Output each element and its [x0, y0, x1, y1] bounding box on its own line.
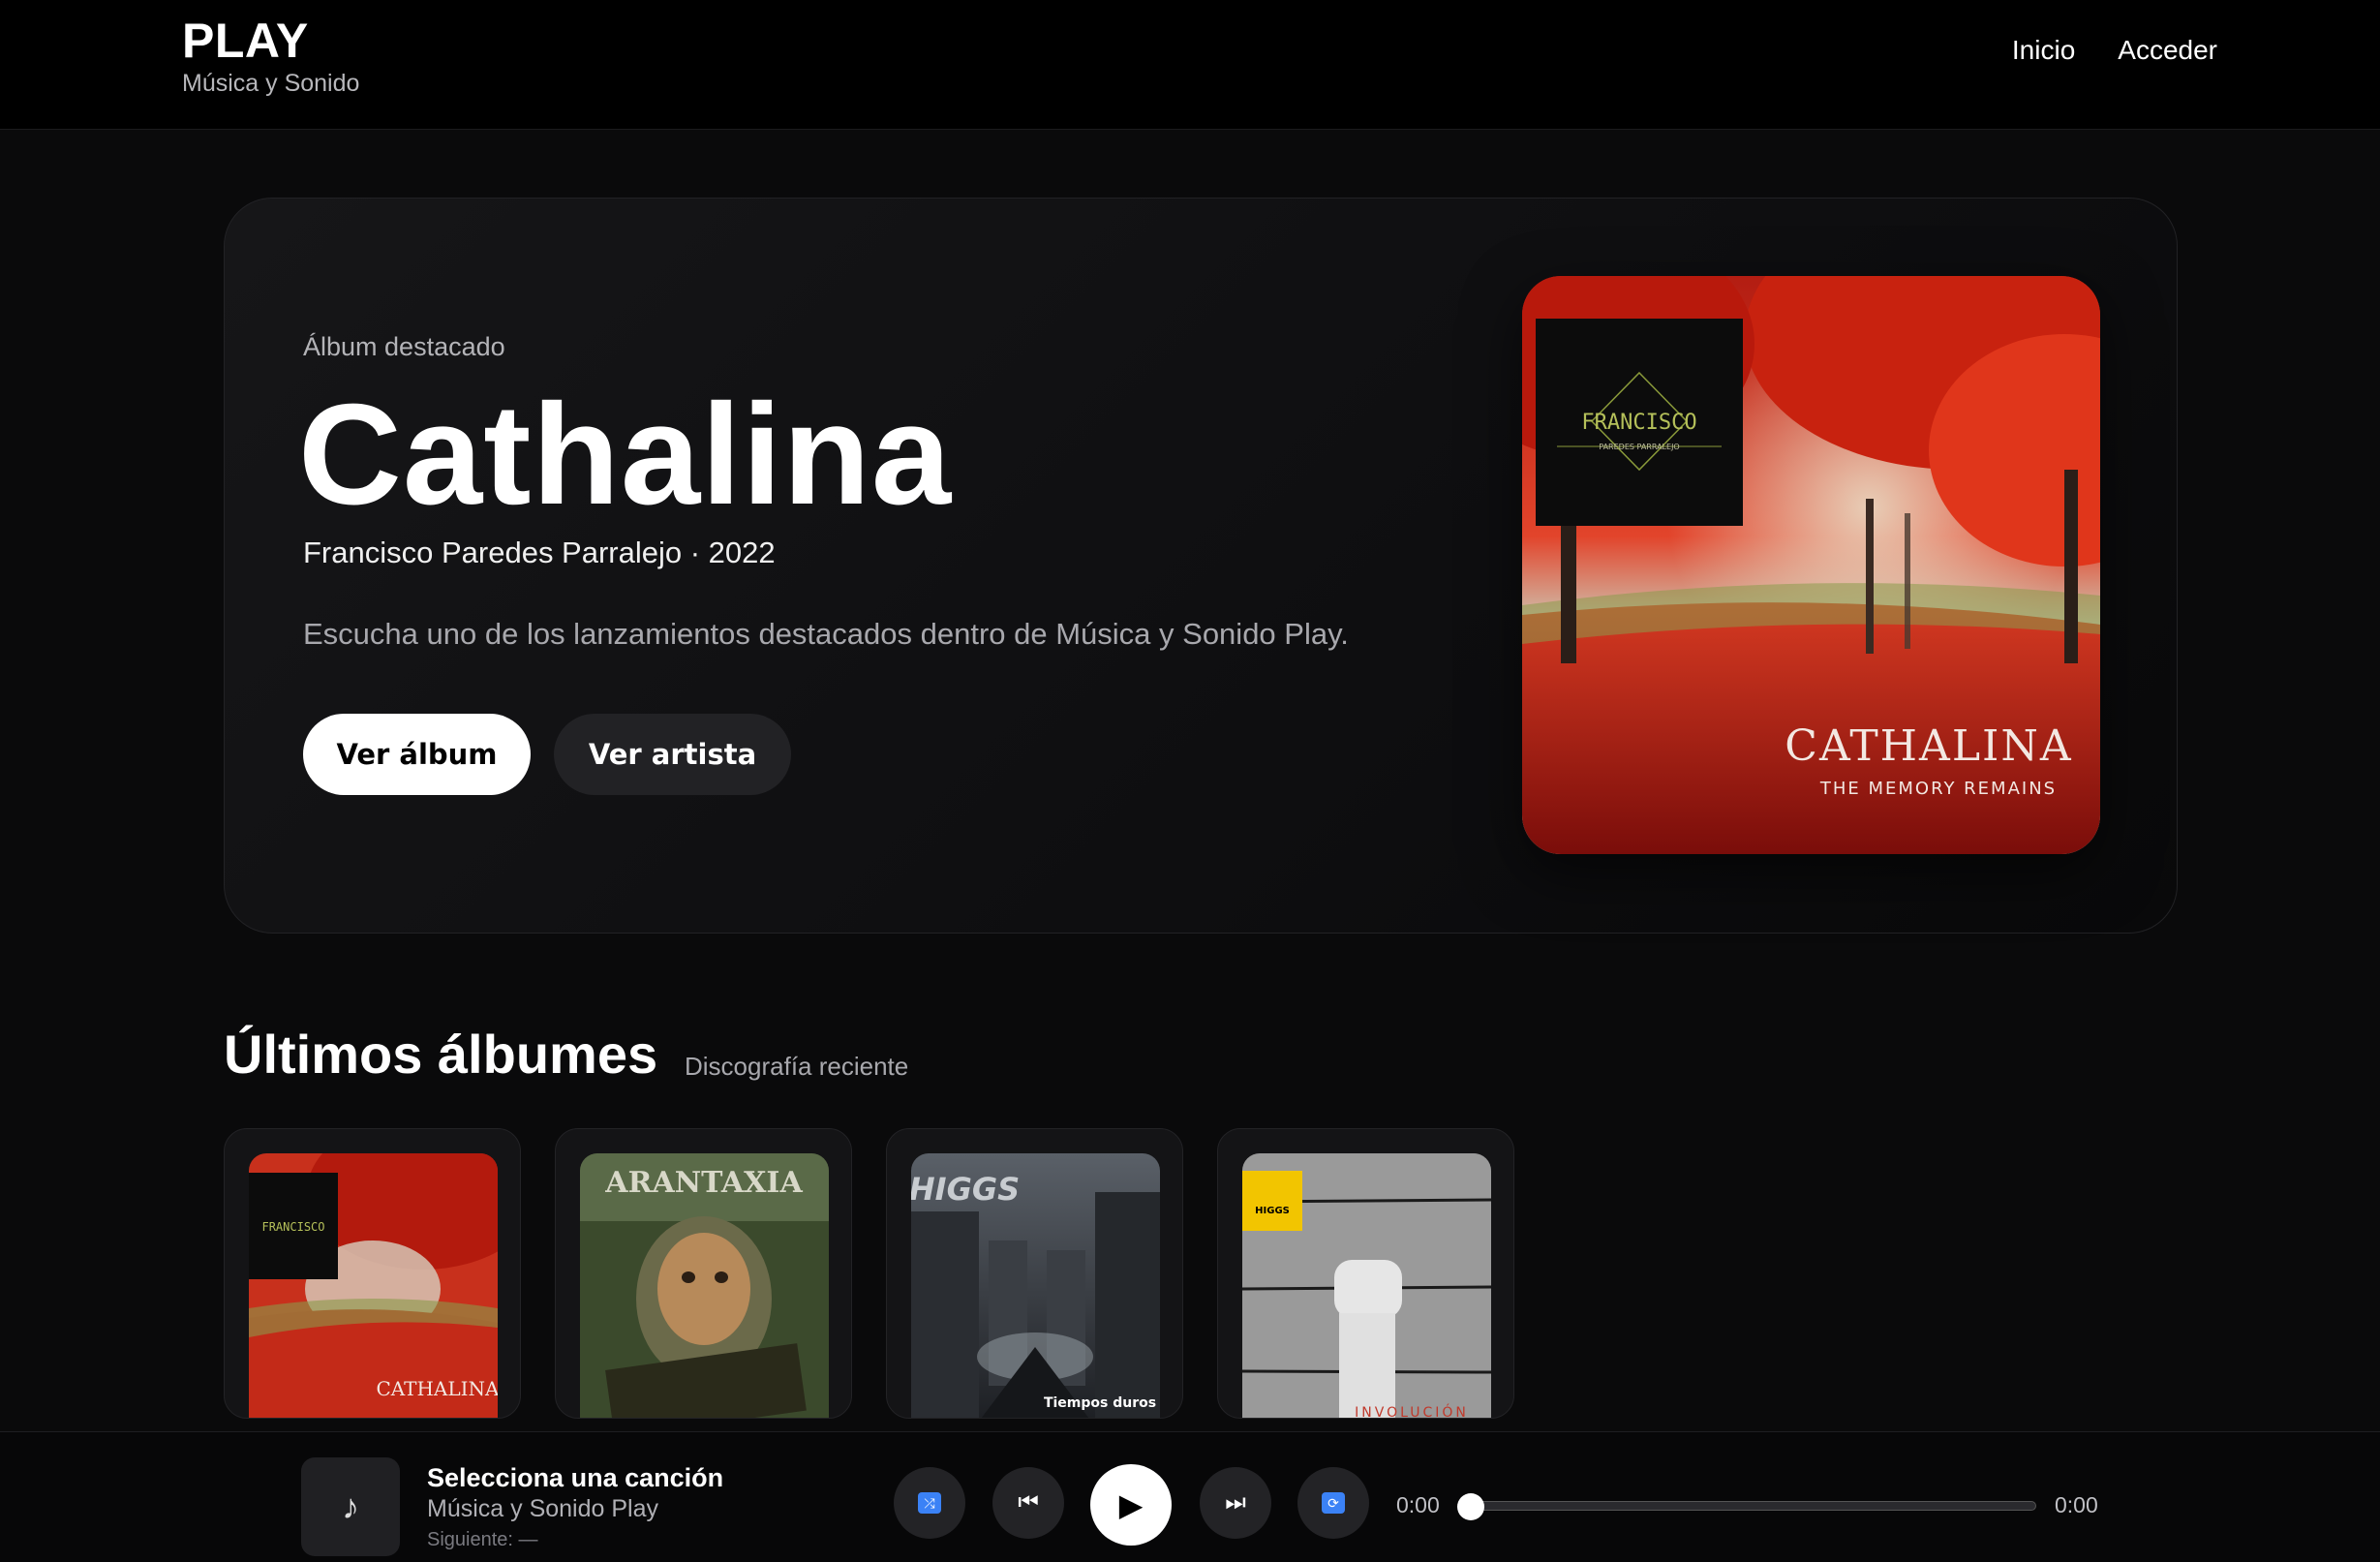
progress-track[interactable]	[1462, 1501, 2036, 1511]
play-button[interactable]: ▶	[1090, 1464, 1172, 1546]
svg-text:HIGGS: HIGGS	[1255, 1206, 1290, 1216]
cover-logo-text: FRANCISCO	[1581, 411, 1696, 435]
album-cover: HIGGS INVOLUCIÓN	[1242, 1153, 1491, 1419]
brand-logo[interactable]: PLAY Música y Sonido	[182, 15, 359, 98]
progress-handle[interactable]	[1457, 1493, 1484, 1520]
next-button[interactable]: ⏭	[1200, 1467, 1271, 1539]
latest-albums-title: Últimos álbumes	[224, 1024, 658, 1085]
view-artist-button[interactable]: Ver artista	[554, 714, 791, 795]
next-track-label: Siguiente: —	[427, 1529, 538, 1550]
svg-text:ARANTAXIA: ARANTAXIA	[604, 1166, 803, 1200]
album-card-involucion[interactable]: HIGGS INVOLUCIÓN	[1217, 1128, 1514, 1419]
featured-album-title: Cathalina	[298, 375, 953, 535]
previous-icon: ⏮	[1018, 1489, 1039, 1516]
previous-button[interactable]: ⏮	[992, 1467, 1064, 1539]
main-nav: Inicio Acceder	[2012, 35, 2217, 66]
svg-text:THE MEMORY REMAINS: THE MEMORY REMAINS	[1819, 779, 2057, 799]
svg-text:PAREDES PARRALEJO: PAREDES PARRALEJO	[1599, 443, 1679, 451]
now-playing-title: Selecciona una canción	[427, 1463, 724, 1492]
top-navigation-bar: PLAY Música y Sonido Inicio Acceder	[0, 0, 2380, 130]
brand-title: PLAY	[182, 14, 309, 68]
latest-albums-subtitle: Discografía reciente	[685, 1052, 909, 1081]
repeat-button[interactable]: ⟳	[1297, 1467, 1369, 1539]
cathalina-cover-art: FRANCISCO PAREDES PARRALEJO CATHALINA TH…	[1522, 276, 2100, 854]
nav-link-acceder[interactable]: Acceder	[2118, 35, 2217, 66]
svg-text:Tiempos duros: Tiempos duros	[1044, 1395, 1156, 1411]
play-icon: ▶	[1118, 1487, 1144, 1522]
svg-text:CATHALINA: CATHALINA	[376, 1377, 498, 1400]
current-time: 0:00	[1396, 1492, 1440, 1517]
total-time: 0:00	[2055, 1492, 2098, 1517]
view-album-button[interactable]: Ver álbum	[303, 714, 531, 795]
featured-label: Álbum destacado	[303, 332, 505, 361]
nav-link-inicio[interactable]: Inicio	[2012, 35, 2075, 66]
album-cover: FRANCISCO CATHALINA	[249, 1153, 498, 1418]
album-card-higgs[interactable]: HIGGS Tiempos duros	[886, 1128, 1183, 1419]
brand-subtitle: Música y Sonido	[182, 70, 360, 97]
now-playing-artwork: ♪	[301, 1457, 400, 1556]
album-cover: HIGGS Tiempos duros	[911, 1153, 1160, 1418]
featured-album-cover[interactable]: FRANCISCO PAREDES PARRALEJO CATHALINA TH…	[1522, 276, 2100, 854]
music-note-icon: ♪	[342, 1486, 359, 1526]
featured-album-description: Escucha uno de los lanzamientos destacad…	[303, 617, 1349, 651]
shuffle-icon: ⤮	[918, 1492, 941, 1514]
svg-text:INVOLUCIÓN: INVOLUCIÓN	[1355, 1403, 1469, 1419]
now-playing-artist: Música y Sonido Play	[427, 1495, 659, 1522]
featured-album-card: Álbum destacado Cathalina Francisco Pare…	[224, 198, 2178, 934]
player-bar: ♪ Selecciona una canción Música y Sonido…	[0, 1431, 2380, 1562]
svg-text:HIGGS: HIGGS	[911, 1171, 1020, 1208]
featured-album-meta: Francisco Paredes Parralejo · 2022	[303, 536, 776, 569]
shuffle-button[interactable]: ⤮	[894, 1467, 965, 1539]
cover-title-text: CATHALINA	[1785, 721, 2072, 771]
next-icon: ⏭	[1225, 1489, 1246, 1516]
album-card-arantaxia[interactable]: ARANTAXIA	[555, 1128, 852, 1419]
album-card-cathalina[interactable]: FRANCISCO CATHALINA	[224, 1128, 521, 1419]
repeat-icon: ⟳	[1322, 1492, 1345, 1514]
album-cover: ARANTAXIA	[580, 1153, 829, 1418]
svg-text:FRANCISCO: FRANCISCO	[261, 1220, 324, 1234]
